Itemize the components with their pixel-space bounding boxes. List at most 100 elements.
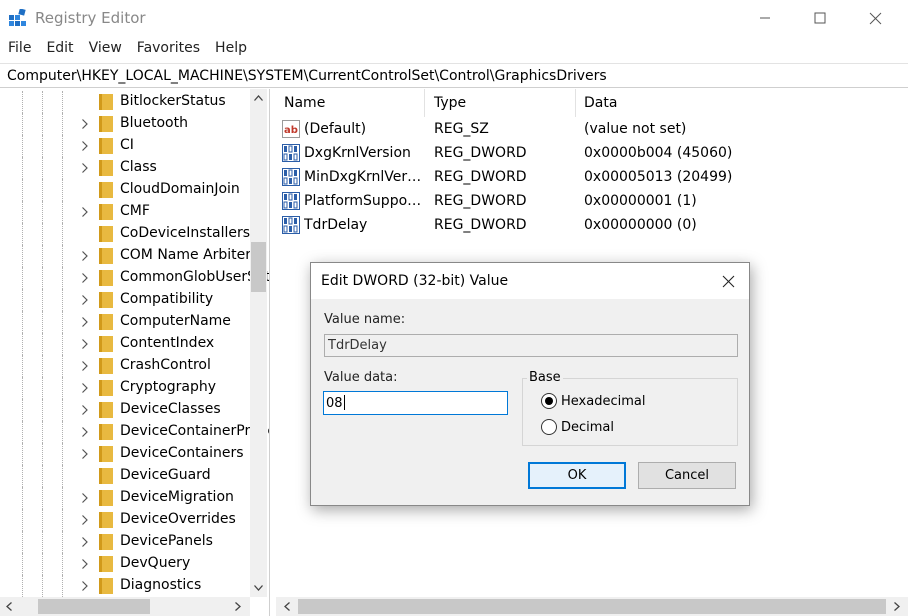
tree-item[interactable]: DeviceMigration [0,487,250,509]
chevron-right-icon [893,602,900,611]
column-header-name[interactable]: Name [276,89,425,117]
tree-expander[interactable] [79,139,91,153]
tree-guide-line [62,157,63,179]
tree-item[interactable]: CommonGlobUserSettings [0,267,269,289]
tree-vertical-thumb[interactable] [251,242,266,292]
close-button[interactable] [852,0,898,36]
value-row[interactable]: ab (Default) REG_SZ (value not set) [276,117,908,141]
chevron-right-icon [82,251,88,261]
tree-item[interactable]: CMF [0,201,250,223]
tree-item[interactable]: BitlockerStatus [0,91,250,113]
tree-item[interactable]: Compatibility [0,289,250,311]
tree-expander[interactable] [79,491,91,505]
tree-expander[interactable] [79,425,91,439]
tree-expander[interactable] [79,557,91,571]
tree-vertical-scrollbar[interactable] [250,89,267,597]
tree-expander[interactable] [79,535,91,549]
value-row[interactable]: MinDxgKrnlVersion REG_DWORD 0x00005013 (20… [276,165,908,189]
tree-expander[interactable] [79,271,91,285]
decimal-radio[interactable] [541,419,557,435]
hexadecimal-radio[interactable] [541,393,557,409]
tree-expander[interactable] [79,403,91,417]
menu-help[interactable]: Help [207,38,254,60]
tree-item[interactable]: COM Name Arbiter [0,245,251,267]
chevron-right-icon [82,405,88,415]
tree-expander[interactable] [79,579,91,593]
tree-item[interactable]: CoDeviceInstallers [0,223,250,245]
menu-file[interactable]: File [0,38,38,60]
tree-item[interactable]: CI [0,135,250,157]
chevron-right-icon [82,449,88,459]
ok-button[interactable]: OK [528,462,626,489]
value-data-input[interactable]: 08 [323,391,508,415]
hexadecimal-label[interactable]: Hexadecimal [561,394,645,409]
value-row[interactable]: TdrDelay REG_DWORD 0x00000000 (0) [276,213,908,237]
tree-item[interactable]: ContentIndex [0,333,250,355]
chevron-left-icon [5,602,12,611]
tree-item[interactable]: ComputerName [0,311,250,333]
dialog-close-button[interactable] [707,263,749,299]
chevron-left-icon [283,602,290,611]
tree-horizontal-thumb[interactable] [38,599,150,614]
tree-expander[interactable] [79,249,91,263]
tree-expander[interactable] [79,359,91,373]
tree-expander[interactable] [79,337,91,351]
tree-scroll-left-button[interactable] [0,597,17,616]
menu-view[interactable]: View [81,38,129,60]
scroll-down-button[interactable] [250,579,267,596]
maximize-button[interactable] [797,0,843,36]
tree-expander[interactable] [79,315,91,329]
column-header-type[interactable]: Type [426,89,576,117]
tree-item[interactable]: Bluetooth [0,113,250,135]
tree-expander[interactable] [79,293,91,307]
tree-guide-line [42,509,43,531]
value-data-text: 08 [326,396,343,411]
chevron-right-icon [82,493,88,503]
tree-item[interactable]: Cryptography [0,377,250,399]
tree-item[interactable]: DeviceContainerPropertyUpdateEvents [0,421,269,443]
tree-item-label: ContentIndex [120,335,215,351]
tree-expander[interactable] [79,381,91,395]
dialog-title-bar[interactable]: Edit DWORD (32-bit) Value [311,263,749,299]
values-scroll-left-button[interactable] [278,597,295,616]
menu-favorites[interactable]: Favorites [129,38,207,60]
minimize-button[interactable] [742,0,788,36]
cancel-button[interactable]: Cancel [638,462,736,489]
tree-item[interactable]: DevicePanels [0,531,250,553]
tree-guide-line [42,135,43,157]
tree-guide-line [42,575,43,597]
value-row[interactable]: PlatformSupportMiracast REG_DWORD 0x000000… [276,189,908,213]
tree-item-label: Bluetooth [120,115,188,131]
tree-item[interactable]: CrashControl [0,355,250,377]
menu-edit[interactable]: Edit [38,38,80,60]
tree-expander[interactable] [79,205,91,219]
tree-scroll-right-button[interactable] [229,597,246,616]
tree-item[interactable]: DeviceClasses [0,399,250,421]
scroll-up-button[interactable] [250,89,267,106]
address-path[interactable]: Computer\HKEY_LOCAL_MACHINE\SYSTEM\Curre… [7,68,607,84]
tree-expander[interactable] [79,447,91,461]
tree-item[interactable]: DeviceOverrides [0,509,250,531]
tree-item[interactable]: Class [0,157,250,179]
tree-guide-line [62,399,63,421]
tree-item-label: CMF [120,203,150,219]
tree-horizontal-scrollbar[interactable] [0,597,250,616]
tree-item[interactable]: DevQuery [0,553,250,575]
tree-item[interactable]: DeviceGuard [0,465,250,487]
tree-item[interactable]: Diagnostics [0,575,250,597]
tree-item[interactable]: DeviceContainers [0,443,250,465]
tree-expander[interactable] [79,161,91,175]
value-name-field: TdrDelay [324,334,738,357]
folder-icon [99,578,113,594]
tree-expander[interactable] [79,513,91,527]
values-scroll-right-button[interactable] [888,597,905,616]
decimal-label[interactable]: Decimal [561,420,614,435]
value-row[interactable]: DxgKrnlVersion REG_DWORD 0x0000b004 (45060… [276,141,908,165]
values-horizontal-scrollbar[interactable] [276,597,908,616]
chevron-right-icon [82,383,88,393]
values-horizontal-thumb[interactable] [298,599,886,614]
tree-expander[interactable] [79,117,91,131]
address-bar[interactable]: Computer\HKEY_LOCAL_MACHINE\SYSTEM\Curre… [0,63,908,88]
column-header-data[interactable]: Data [576,89,908,117]
tree-item[interactable]: CloudDomainJoin [0,179,250,201]
